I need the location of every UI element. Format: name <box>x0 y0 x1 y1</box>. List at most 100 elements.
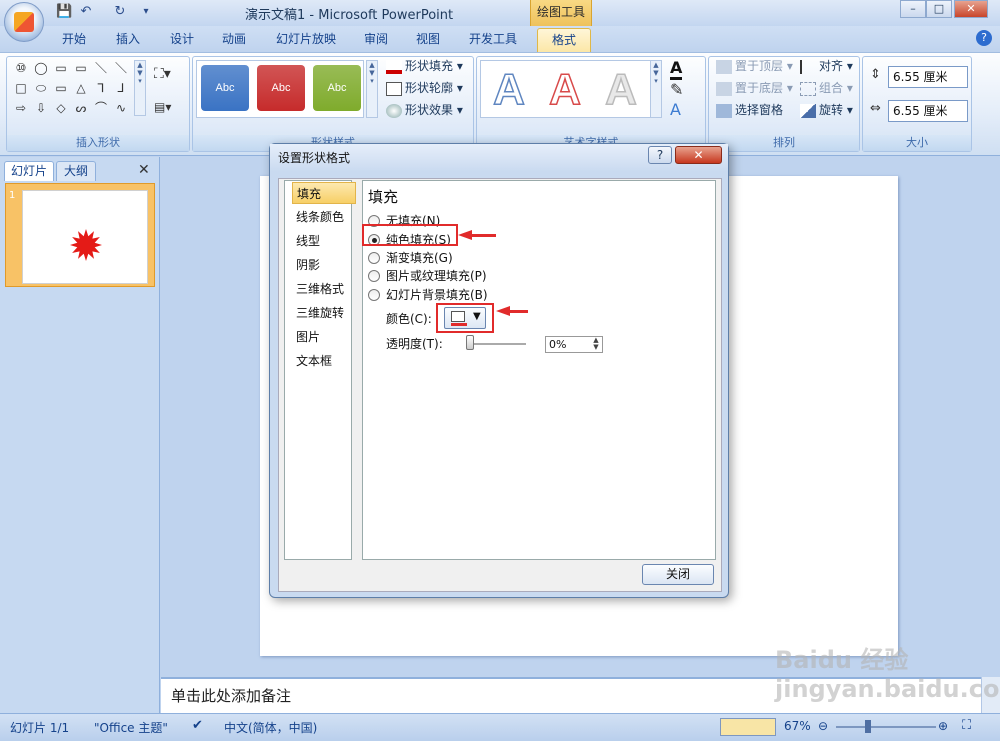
shape-gallery-item[interactable]: ▭ <box>52 80 70 96</box>
close-dialog-button[interactable]: 关闭 <box>642 564 714 585</box>
transparency-slider-track[interactable] <box>466 343 526 345</box>
shape-gallery-item[interactable]: ▭ <box>52 60 70 76</box>
shape-gallery-item[interactable]: ∿ <box>112 100 130 116</box>
tab-view[interactable]: 视图 <box>406 28 450 52</box>
textbox-icon[interactable]: ▤▾ <box>154 100 171 114</box>
bring-front-icon <box>716 59 732 74</box>
transparency-spinner[interactable]: ▲ ▼ <box>590 337 602 352</box>
shape-gallery-item[interactable]: ◯ <box>32 60 50 76</box>
spellcheck-icon[interactable]: ✔ <box>192 718 203 733</box>
nav-item-fill[interactable]: 填充 <box>292 182 356 204</box>
shape-width-input[interactable]: 6.55 厘米 <box>888 100 968 122</box>
bring-to-front-button[interactable]: 置于顶层 ▾ <box>716 56 793 76</box>
shape-gallery-scroll[interactable]: ▲ ▼ ▾ <box>134 60 146 116</box>
edit-shape-icon[interactable]: ⛶▾ <box>154 66 171 82</box>
shape-style-green[interactable]: Abc <box>313 65 361 111</box>
send-to-back-button[interactable]: 置于底层 ▾ <box>716 78 793 98</box>
nav-item-line-color[interactable]: 线条颜色 <box>292 206 356 228</box>
shape-gallery-item[interactable]: ＼ <box>92 60 110 76</box>
rotate-button[interactable]: 旋转 ▾ <box>800 100 853 120</box>
radio-slide-bg-fill[interactable] <box>368 289 380 301</box>
nav-item-shadow[interactable]: 阴影 <box>292 254 356 276</box>
tab-insert[interactable]: 插入 <box>106 28 150 52</box>
wordart-style-white[interactable]: A <box>597 64 645 116</box>
dialog-help-button[interactable]: ? <box>648 146 672 164</box>
redo-icon[interactable]: ↻ <box>112 4 128 20</box>
zoom-out-icon[interactable]: ⊖ <box>818 719 828 733</box>
minimize-button[interactable]: – <box>900 0 926 18</box>
tab-review[interactable]: 审阅 <box>354 28 398 52</box>
maximize-button[interactable]: □ <box>926 0 952 18</box>
shape-gallery-item[interactable]: ⬭ <box>32 80 50 96</box>
zoom-level[interactable]: 67% <box>784 719 811 733</box>
paint-bucket-icon <box>386 59 402 74</box>
nav-item-3d-rotation[interactable]: 三维旋转 <box>292 302 356 324</box>
status-slide-count: 幻灯片 1/1 <box>10 721 70 735</box>
save-icon[interactable]: 💾 <box>56 4 72 20</box>
annotation-arrowhead-1 <box>458 230 472 240</box>
tab-developer[interactable]: 开发工具 <box>458 28 528 52</box>
annotation-arrow-1 <box>470 234 496 237</box>
shape-gallery-item[interactable]: ⌒ <box>92 100 110 116</box>
shape-style-red[interactable]: Abc <box>257 65 305 111</box>
zoom-slider-thumb[interactable] <box>864 720 871 733</box>
wordart-style-blue[interactable]: A <box>485 64 533 116</box>
text-effects-icon[interactable]: A <box>670 100 681 119</box>
wordart-scroll[interactable]: ▲ ▼ ▾ <box>650 60 662 118</box>
transparency-slider-thumb[interactable] <box>466 335 474 350</box>
shape-gallery-item[interactable]: ᔕ <box>72 100 90 116</box>
wordart-style-red[interactable]: A <box>541 64 589 116</box>
undo-icon[interactable]: ↶ <box>78 4 94 20</box>
shape-height-input[interactable]: 6.55 厘米 <box>888 66 968 88</box>
zoom-slider-track[interactable] <box>836 726 936 728</box>
nav-item-3d-format[interactable]: 三维格式 <box>292 278 356 300</box>
group-button[interactable]: 组合 ▾ <box>800 78 853 98</box>
radio-gradient-fill[interactable] <box>368 252 380 264</box>
slide-number: 1 <box>9 190 16 201</box>
shape-gallery-item[interactable]: ⅃ <box>112 80 130 96</box>
office-button[interactable] <box>4 2 44 42</box>
nav-item-picture[interactable]: 图片 <box>292 326 356 348</box>
align-button[interactable]: 对齐 ▾ <box>800 56 853 76</box>
shape-gallery-item[interactable]: □ <box>12 80 30 96</box>
pencil-icon <box>386 81 402 96</box>
tab-format[interactable]: 格式 <box>537 28 591 52</box>
zoom-in-icon[interactable]: ⊕ <box>938 719 948 733</box>
slide-bg-fill-label: 幻灯片背景填充(B) <box>386 288 488 302</box>
text-fill-icon[interactable]: A <box>670 58 683 80</box>
shape-gallery-item[interactable]: △ <box>72 80 90 96</box>
tab-animations[interactable]: 动画 <box>212 28 256 52</box>
shape-gallery[interactable]: ⑩ ◯ ▭ ▭ ＼ ＼ □ ⬭ ▭ △ ⅂ ⅃ ⇨ ⇩ ◇ ᔕ ⌒ ∿ <box>12 60 132 120</box>
selection-pane-button[interactable]: 选择窗格 <box>716 100 783 120</box>
shape-effects-button[interactable]: 形状效果 ▾ <box>386 100 463 120</box>
shape-gallery-item[interactable]: ⇨ <box>12 100 30 116</box>
slide-thumbnail[interactable] <box>22 190 148 284</box>
tab-slides[interactable]: 幻灯片 <box>4 161 54 181</box>
shape-gallery-item[interactable]: ＼ <box>112 60 130 76</box>
tab-home[interactable]: 开始 <box>52 28 96 52</box>
tab-outline[interactable]: 大纲 <box>56 161 96 181</box>
shape-style-blue[interactable]: Abc <box>201 65 249 111</box>
shape-gallery-item[interactable]: ⑩ <box>12 60 30 76</box>
tab-design[interactable]: 设计 <box>160 28 204 52</box>
nav-item-textbox[interactable]: 文本框 <box>292 350 356 372</box>
view-buttons[interactable] <box>720 718 776 736</box>
tab-slideshow[interactable]: 幻灯片放映 <box>266 28 346 52</box>
dialog-close-x-button[interactable]: ✕ <box>675 146 722 164</box>
radio-picture-fill[interactable] <box>368 270 380 282</box>
shape-gallery-item[interactable]: ▭ <box>72 60 90 76</box>
help-icon[interactable]: ? <box>976 30 992 46</box>
shape-gallery-item[interactable]: ◇ <box>52 100 70 116</box>
qat-customize-icon[interactable]: ▾ <box>138 4 154 20</box>
fit-window-icon[interactable]: ⛶ <box>962 718 971 733</box>
shape-fill-button[interactable]: 形状填充 ▾ <box>386 56 463 76</box>
shape-outline-button[interactable]: 形状轮廓 ▾ <box>386 78 463 98</box>
nav-item-line-style[interactable]: 线型 <box>292 230 356 252</box>
shape-gallery-item[interactable]: ⅂ <box>92 80 110 96</box>
shape-gallery-item[interactable]: ⇩ <box>32 100 50 116</box>
shape-style-scroll[interactable]: ▲ ▼ ▾ <box>366 60 378 118</box>
send-back-icon <box>716 81 732 96</box>
close-button[interactable]: ✕ <box>954 0 988 18</box>
close-pane-icon[interactable]: ✕ <box>138 162 150 178</box>
text-outline-icon[interactable]: ✎ <box>670 80 683 99</box>
